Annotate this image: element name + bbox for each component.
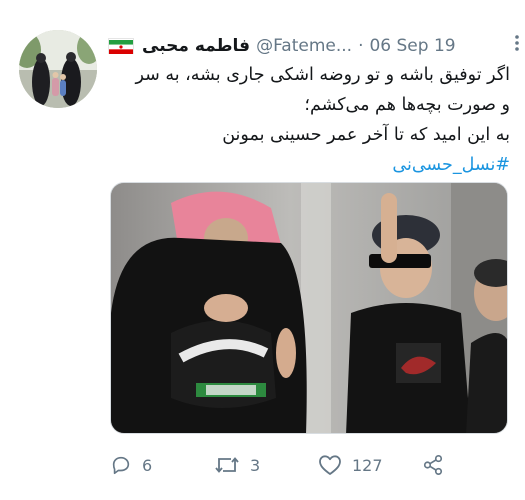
retweet-count: 3 <box>250 455 261 475</box>
hashtag-link[interactable]: #نسل_حسی‌نی <box>108 150 510 180</box>
author-handle[interactable]: @Fateme... <box>256 36 352 56</box>
iran-flag-icon <box>108 38 134 54</box>
like-button[interactable]: 127 <box>318 450 383 480</box>
author-name[interactable]: فاطمه محبی <box>142 36 250 56</box>
tweet-text-line: اگر توفیق باشه و تو روضه اشکی جاری بشه، … <box>135 65 510 85</box>
tweet-actions: 6 3 127 <box>110 450 510 480</box>
tweet-card[interactable]: فاطمه محبی @Fateme... · 06 Sep 19 اگر تو… <box>0 0 525 500</box>
avatar[interactable] <box>19 30 97 108</box>
reply-icon <box>110 454 132 476</box>
tweet-media-image[interactable] <box>110 182 508 434</box>
retweet-button[interactable]: 3 <box>214 450 260 480</box>
share-button[interactable] <box>422 450 444 480</box>
like-count: 127 <box>352 455 383 475</box>
tweet-text-line: و صورت بچه‌ها هم می‌کشم؛ <box>304 95 510 115</box>
separator-dot: · <box>358 36 364 56</box>
heart-icon <box>318 454 342 476</box>
share-icon <box>422 454 444 476</box>
retweet-icon <box>214 454 240 476</box>
tweet-header: فاطمه محبی @Fateme... · 06 Sep 19 <box>108 33 519 59</box>
reply-count: 6 <box>142 455 153 475</box>
reply-button[interactable]: 6 <box>110 450 152 480</box>
more-vertical-icon[interactable] <box>514 33 524 57</box>
tweet-text-line: به این امید که تا آخر عمر حسینی بمونن <box>222 125 510 145</box>
tweet-date[interactable]: 06 Sep 19 <box>369 36 455 56</box>
tweet-text: اگر توفیق باشه و تو روضه اشکی جاری بشه، … <box>108 60 510 180</box>
